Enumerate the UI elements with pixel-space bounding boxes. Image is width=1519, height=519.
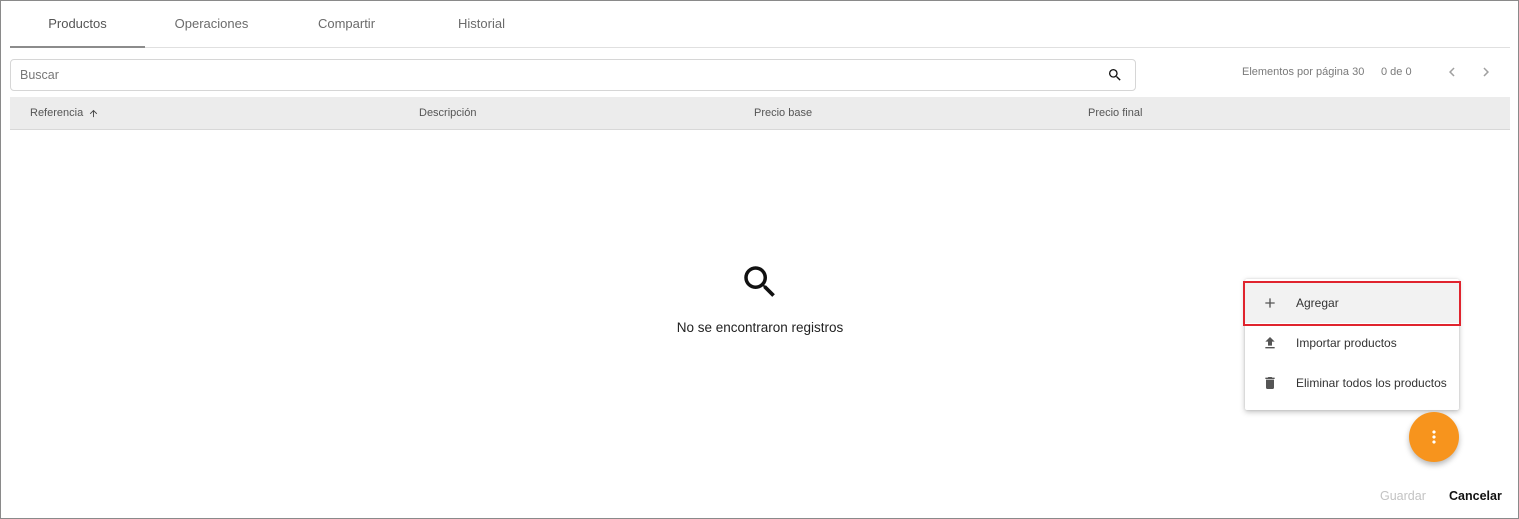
items-per-page-label: Elementos por página 30 <box>1242 66 1365 78</box>
column-header-precio-final[interactable]: Precio final <box>1088 97 1142 129</box>
search-box <box>10 59 1136 91</box>
column-header-descripcion[interactable]: Descripción <box>419 97 476 129</box>
search-icon[interactable] <box>1107 67 1123 83</box>
tab-operaciones[interactable]: Operaciones <box>144 0 279 47</box>
menu-item-importar-productos[interactable]: Importar productos <box>1245 323 1459 363</box>
more-vertical-icon <box>1432 430 1436 444</box>
page-range: 0 de 0 <box>1381 66 1412 78</box>
column-header-precio-base[interactable]: Precio base <box>754 97 812 129</box>
tab-historial[interactable]: Historial <box>414 0 549 47</box>
trash-icon <box>1265 377 1275 389</box>
prev-page-button[interactable] <box>1442 62 1462 82</box>
menu-item-label: Agregar <box>1296 296 1339 310</box>
menu-item-eliminar-todos[interactable]: Eliminar todos los productos <box>1245 363 1459 403</box>
chevron-right-icon <box>1483 67 1489 77</box>
tab-bar: Productos Operaciones Compartir Historia… <box>10 0 1510 48</box>
plus-icon <box>1265 298 1275 308</box>
menu-item-label: Importar productos <box>1296 336 1397 350</box>
tab-productos[interactable]: Productos <box>10 0 145 48</box>
more-actions-fab[interactable] <box>1409 412 1459 462</box>
table-header: Referencia Descripción Precio base Preci… <box>10 97 1510 130</box>
upload-icon <box>1265 337 1275 349</box>
next-page-button[interactable] <box>1476 62 1496 82</box>
column-header-label: Referencia <box>30 107 84 119</box>
search-icon <box>744 266 775 297</box>
search-input[interactable] <box>11 60 1091 90</box>
cancel-button[interactable]: Cancelar <box>1449 489 1502 503</box>
menu-item-label: Eliminar todos los productos <box>1296 376 1447 390</box>
tab-compartir[interactable]: Compartir <box>279 0 414 47</box>
empty-state-message: No se encontraron registros <box>676 320 844 335</box>
save-button[interactable]: Guardar <box>1380 489 1426 503</box>
menu-item-agregar[interactable]: Agregar <box>1245 283 1459 323</box>
actions-menu: Agregar Importar productos Eliminar todo… <box>1245 279 1459 410</box>
chevron-left-icon <box>1449 67 1455 77</box>
column-header-referencia[interactable]: Referencia <box>30 97 99 129</box>
sort-ascending-icon <box>90 109 98 117</box>
